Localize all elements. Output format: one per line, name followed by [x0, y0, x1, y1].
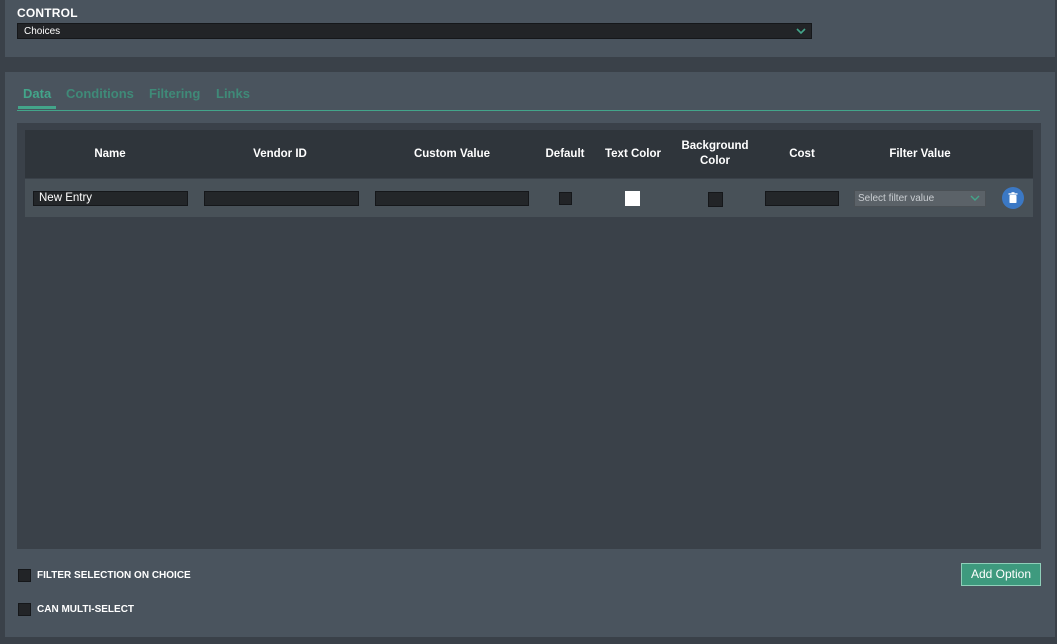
- cost-input[interactable]: [765, 191, 839, 206]
- delete-row-button[interactable]: [1002, 187, 1024, 209]
- tab-filtering[interactable]: Filtering: [149, 86, 200, 101]
- custom-value-input[interactable]: [375, 191, 529, 206]
- tab-bar: Data Conditions Filtering Links: [17, 86, 1040, 111]
- filter-value-select[interactable]: Select filter value: [854, 190, 986, 207]
- multi-select-checkbox[interactable]: [18, 603, 31, 616]
- vendor-id-input[interactable]: [204, 191, 359, 206]
- filter-selection-label: FILTER SELECTION ON CHOICE: [37, 570, 191, 581]
- column-header-background-color: Background Color: [681, 140, 749, 167]
- column-header-cost: Cost: [789, 147, 815, 160]
- tab-conditions[interactable]: Conditions: [66, 86, 134, 101]
- chevron-down-icon: [796, 24, 806, 43]
- control-type-select[interactable]: Choices: [17, 23, 812, 39]
- control-panel: CONTROL Choices: [5, 0, 1055, 57]
- name-input[interactable]: New Entry: [33, 191, 188, 206]
- trash-icon: [1002, 192, 1024, 213]
- column-header-vendor-id: Vendor ID: [253, 147, 307, 160]
- control-type-value: Choices: [24, 26, 61, 37]
- choices-table: Name Vendor ID Custom Value Default Text…: [17, 123, 1041, 549]
- text-color-swatch[interactable]: [625, 191, 640, 206]
- add-option-button[interactable]: Add Option: [961, 563, 1041, 586]
- data-panel: Data Conditions Filtering Links Name Ven…: [5, 72, 1055, 637]
- multi-select-label: CAN MULTI-SELECT: [37, 604, 135, 615]
- chevron-down-icon: [970, 191, 980, 210]
- filter-selection-checkbox[interactable]: [18, 569, 31, 582]
- column-header-default: Default: [545, 147, 585, 160]
- column-header-filter-value: Filter Value: [889, 147, 951, 160]
- tab-data[interactable]: Data: [17, 86, 57, 109]
- filter-value-placeholder: Select filter value: [858, 193, 935, 204]
- control-label: CONTROL: [17, 6, 78, 20]
- default-checkbox[interactable]: [559, 192, 572, 205]
- tab-links[interactable]: Links: [216, 86, 250, 101]
- table-header: Name Vendor ID Custom Value Default Text…: [25, 130, 1033, 178]
- column-header-custom-value: Custom Value: [413, 147, 491, 160]
- column-header-text-color: Text Color: [604, 147, 661, 160]
- column-header-name: Name: [94, 147, 126, 160]
- table-row: New Entry Select filter value: [25, 179, 1033, 217]
- background-color-swatch[interactable]: [708, 192, 723, 207]
